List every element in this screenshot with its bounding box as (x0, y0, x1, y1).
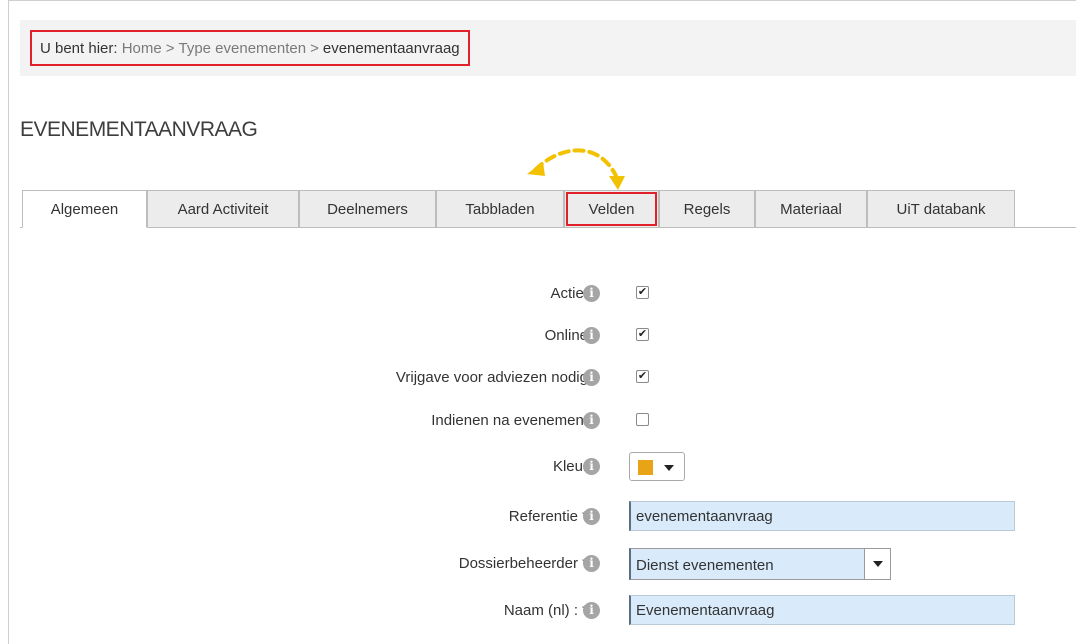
tab-algemeen[interactable]: Algemeen (22, 190, 147, 228)
field-label: Indienen na evenement (431, 411, 588, 429)
referentie-input[interactable]: evenementaanvraag (629, 501, 1015, 531)
breadcrumb-current: evenementaanvraag (322, 39, 460, 57)
naam-input[interactable]: Evenementaanvraag (629, 595, 1015, 625)
info-icon[interactable]: i (583, 602, 600, 619)
chevron-down-icon (873, 561, 883, 567)
field-label: Vrijgave voor adviezen nodig (395, 368, 588, 386)
tab-velden[interactable]: Velden (564, 190, 659, 228)
breadcrumb: U bent hier: Home > Type evenementen > e… (30, 30, 470, 66)
form-row-indienen: Indienen na evenement i (0, 405, 1076, 439)
info-icon[interactable]: i (583, 412, 600, 429)
form-row-kleur: Kleur i (0, 451, 1076, 485)
breadcrumb-separator: > (310, 39, 319, 57)
tab-aard-activiteit[interactable]: Aard Activiteit (147, 190, 299, 228)
tab-uit-databank[interactable]: UiT databank (867, 190, 1015, 228)
field-label: Online (544, 326, 588, 344)
dossierbeheerder-select[interactable]: Dienst evenementen (629, 548, 891, 580)
breadcrumb-home[interactable]: Home (122, 40, 162, 57)
form-row-dossierbeheerder: Dossierbeheerder * i Dienst evenementen (0, 548, 1076, 582)
curved-arrow-icon (527, 148, 625, 190)
info-icon[interactable]: i (583, 327, 600, 344)
info-icon[interactable]: i (583, 285, 600, 302)
info-icon[interactable]: i (583, 555, 600, 572)
vrijgave-checkbox[interactable]: ✔ (636, 370, 649, 383)
form-row-online: Online i ✔ (0, 320, 1076, 354)
page-title: EVENEMENTAANVRAAG (20, 118, 258, 141)
form-row-naam: Naam (nl) : * i Evenementaanvraag (0, 595, 1076, 629)
info-icon[interactable]: i (583, 508, 600, 525)
actief-checkbox[interactable]: ✔ (636, 286, 649, 299)
color-picker[interactable] (629, 452, 685, 481)
tab-regels[interactable]: Regels (659, 190, 755, 228)
indienen-checkbox[interactable] (636, 413, 649, 426)
select-dropdown-button[interactable] (864, 549, 890, 579)
chevron-down-icon (664, 465, 674, 471)
field-label: Referentie * (508, 507, 588, 525)
info-icon[interactable]: i (583, 369, 600, 386)
breadcrumb-separator: > (165, 39, 175, 57)
select-value: Dienst evenementen (636, 557, 774, 574)
breadcrumb-bar: U bent hier: Home > Type evenementen > e… (20, 20, 1076, 76)
online-checkbox[interactable]: ✔ (636, 328, 649, 341)
tab-materiaal[interactable]: Materiaal (755, 190, 867, 228)
color-swatch (638, 460, 653, 475)
info-icon[interactable]: i (583, 458, 600, 475)
form-row-vrijgave: Vrijgave voor adviezen nodig i ✔ (0, 362, 1076, 396)
field-label: Dossierbeheerder * (458, 554, 588, 572)
tab-tabbladen[interactable]: Tabbladen (436, 190, 564, 228)
breadcrumb-type-evenementen[interactable]: Type evenementen (179, 40, 307, 57)
tab-deelnemers[interactable]: Deelnemers (299, 190, 436, 228)
form-row-referentie: Referentie * i evenementaanvraag (0, 501, 1076, 535)
form-row-actief: Actief i ✔ (0, 278, 1076, 312)
breadcrumb-prefix: U bent hier: (40, 39, 118, 57)
field-label: Naam (nl) : * (503, 601, 588, 619)
